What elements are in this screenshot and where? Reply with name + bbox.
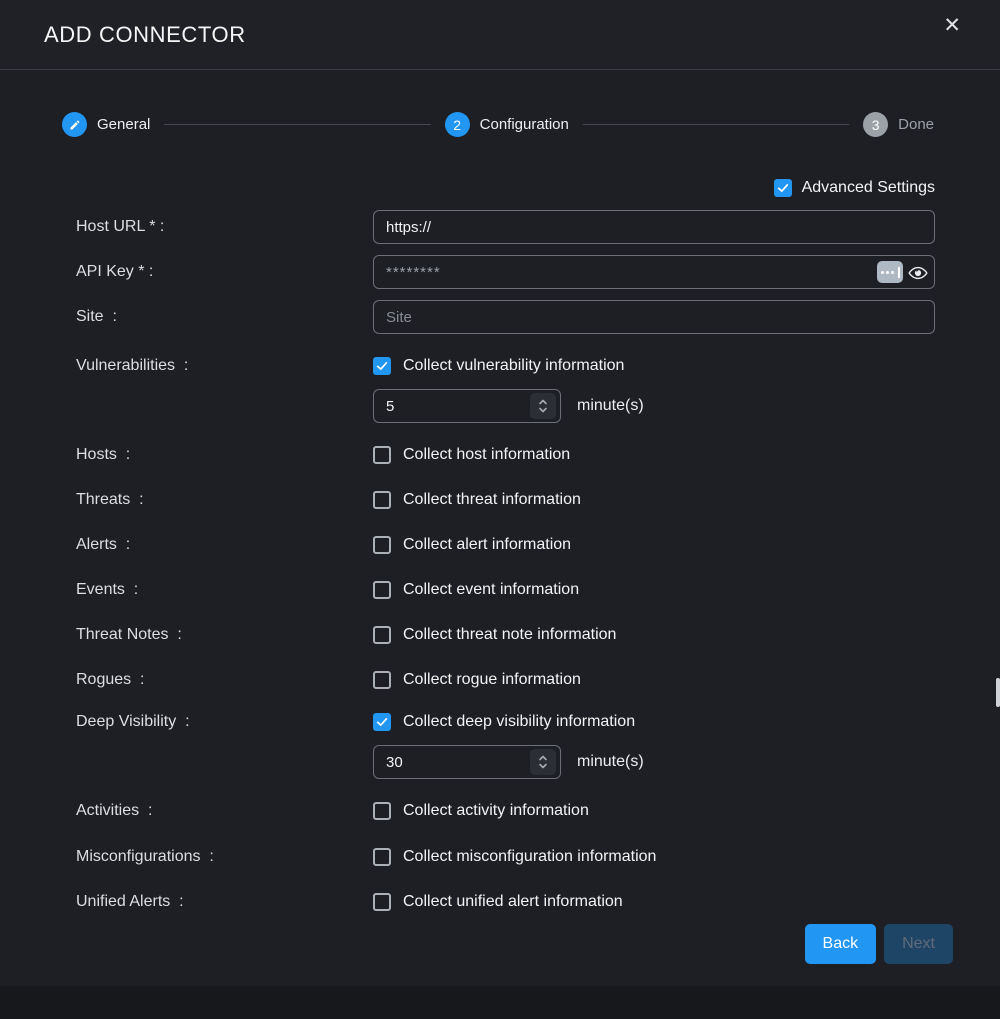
stepper-connector (583, 124, 849, 125)
interval-value: 30 (386, 754, 403, 771)
misconfigurations-row: Misconfigurations : Collect misconfigura… (76, 847, 1000, 866)
number-stepper[interactable] (530, 393, 556, 419)
host-url-row: Host URL * : (76, 210, 1000, 244)
field-label: Hosts : (76, 446, 373, 464)
interval-unit: minute(s) (577, 753, 644, 771)
collect-deep-visibility-checkbox[interactable] (373, 713, 391, 731)
field-label: Host URL * : (76, 218, 373, 236)
field-label: Threat Notes : (76, 626, 373, 644)
checkbox-label: Collect unified alert information (403, 893, 623, 911)
field-label: Threats : (76, 491, 373, 509)
eye-icon[interactable] (908, 263, 928, 283)
add-connector-dialog: ADD CONNECTOR ✕ General 2 Configuration … (0, 0, 1000, 986)
collect-alert-checkbox[interactable] (373, 536, 391, 554)
advanced-settings-label: Advanced Settings (802, 179, 935, 197)
field-label: Activities : (76, 802, 373, 820)
number-stepper[interactable] (530, 749, 556, 775)
collect-threat-checkbox[interactable] (373, 491, 391, 509)
alerts-row: Alerts : Collect alert information (76, 535, 1000, 554)
vulnerability-interval-input[interactable]: 5 (373, 389, 561, 423)
rogues-row: Rogues : Collect rogue information (76, 670, 1000, 689)
step-label: Done (898, 116, 934, 133)
hosts-row: Hosts : Collect host information (76, 445, 1000, 464)
step-configuration[interactable]: 2 Configuration (445, 112, 569, 137)
advanced-settings-checkbox[interactable] (774, 179, 792, 197)
collect-misconfiguration-checkbox[interactable] (373, 848, 391, 866)
checkbox-label: Collect rogue information (403, 671, 581, 689)
step-label: Configuration (480, 116, 569, 133)
interval-unit: minute(s) (577, 397, 644, 415)
scrollbar-thumb[interactable] (996, 678, 1000, 707)
field-label: Deep Visibility : (76, 713, 373, 731)
checkbox-label: Collect alert information (403, 536, 571, 554)
pencil-icon (62, 112, 87, 137)
field-label: Misconfigurations : (76, 848, 373, 866)
checkbox-label: Collect deep visibility information (403, 713, 635, 731)
checkbox-label: Collect activity information (403, 802, 589, 820)
step-label: General (97, 116, 150, 133)
threats-row: Threats : Collect threat information (76, 490, 1000, 509)
collect-event-checkbox[interactable] (373, 581, 391, 599)
activities-row: Activities : Collect activity informatio… (76, 801, 1000, 820)
api-key-input[interactable] (373, 255, 935, 289)
checkbox-label: Collect vulnerability information (403, 357, 624, 375)
collect-vulnerability-checkbox[interactable] (373, 357, 391, 375)
next-button[interactable]: Next (884, 924, 953, 964)
field-label: Events : (76, 581, 373, 599)
deep-visibility-row: Deep Visibility : Collect deep visibilit… (76, 712, 1000, 731)
threat-notes-row: Threat Notes : Collect threat note infor… (76, 625, 1000, 644)
checkbox-label: Collect threat information (403, 491, 581, 509)
vulnerabilities-row: Vulnerabilities : Collect vulnerability … (76, 356, 1000, 375)
autofill-icon[interactable] (877, 261, 903, 283)
field-label: Alerts : (76, 536, 373, 554)
checkbox-label: Collect threat note information (403, 626, 616, 644)
step-number-badge: 3 (863, 112, 888, 137)
events-row: Events : Collect event information (76, 580, 1000, 599)
stepper-connector (164, 124, 430, 125)
site-input[interactable] (373, 300, 935, 334)
vulnerability-interval-row: 5 minute(s) (76, 389, 1000, 423)
site-row: Site : (76, 300, 1000, 334)
step-number-badge: 2 (445, 112, 470, 137)
field-label: Vulnerabilities : (76, 357, 373, 375)
field-label: Unified Alerts : (76, 893, 373, 911)
collect-host-checkbox[interactable] (373, 446, 391, 464)
collect-activity-checkbox[interactable] (373, 802, 391, 820)
interval-value: 5 (386, 398, 394, 415)
host-url-input[interactable] (373, 210, 935, 244)
api-key-row: API Key * : (76, 255, 1000, 289)
step-general[interactable]: General (62, 112, 150, 137)
deep-visibility-interval-row: 30 minute(s) (76, 745, 1000, 779)
wizard-stepper: General 2 Configuration 3 Done (62, 112, 934, 137)
configuration-form: Host URL * : API Key * : Site : (0, 210, 1000, 911)
checkbox-label: Collect event information (403, 581, 579, 599)
checkbox-label: Collect misconfiguration information (403, 848, 656, 866)
deep-visibility-interval-input[interactable]: 30 (373, 745, 561, 779)
step-done: 3 Done (863, 112, 934, 137)
collect-threat-note-checkbox[interactable] (373, 626, 391, 644)
field-label: Site : (76, 308, 373, 326)
back-button[interactable]: Back (805, 924, 877, 964)
checkbox-label: Collect host information (403, 446, 570, 464)
dialog-title: ADD CONNECTOR (44, 22, 246, 48)
collect-rogue-checkbox[interactable] (373, 671, 391, 689)
collect-unified-alert-checkbox[interactable] (373, 893, 391, 911)
dialog-header: ADD CONNECTOR ✕ (0, 0, 1000, 70)
dialog-footer: Back Next (0, 924, 1000, 964)
field-label: Rogues : (76, 671, 373, 689)
unified-alerts-row: Unified Alerts : Collect unified alert i… (76, 892, 1000, 911)
field-label: API Key * : (76, 263, 373, 281)
close-icon[interactable]: ✕ (939, 13, 965, 38)
advanced-settings-row: Advanced Settings (0, 178, 1000, 198)
